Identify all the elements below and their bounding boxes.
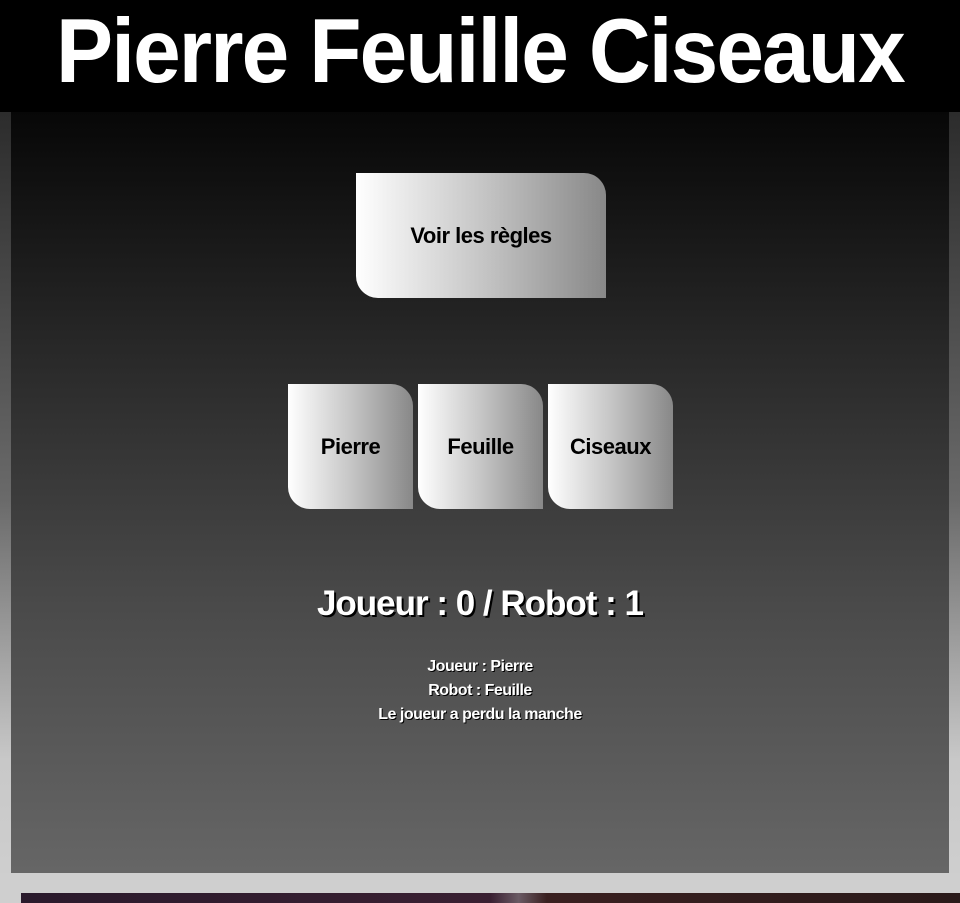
score-display: Joueur : 0 / Robot : 1: [316, 584, 644, 623]
round-result: Joueur : Pierre Robot : Feuille Le joueu…: [11, 655, 949, 727]
robot-choice-text: Robot : Feuille: [428, 682, 532, 699]
game-panel: Voir les règles Pierre Feuille Ciseaux J…: [11, 112, 949, 873]
page-title: Pierre Feuille Ciseaux: [56, 1, 906, 102]
pierre-button[interactable]: Pierre: [288, 384, 413, 509]
ciseaux-button[interactable]: Ciseaux: [548, 384, 673, 509]
feuille-button[interactable]: Feuille: [418, 384, 543, 509]
rules-button[interactable]: Voir les règles: [356, 173, 606, 298]
header: Pierre Feuille Ciseaux: [0, 0, 960, 112]
round-outcome-text: Le joueur a perdu la manche: [378, 706, 582, 723]
bottom-bar: [21, 893, 960, 903]
player-choice-text: Joueur : Pierre: [427, 658, 533, 675]
